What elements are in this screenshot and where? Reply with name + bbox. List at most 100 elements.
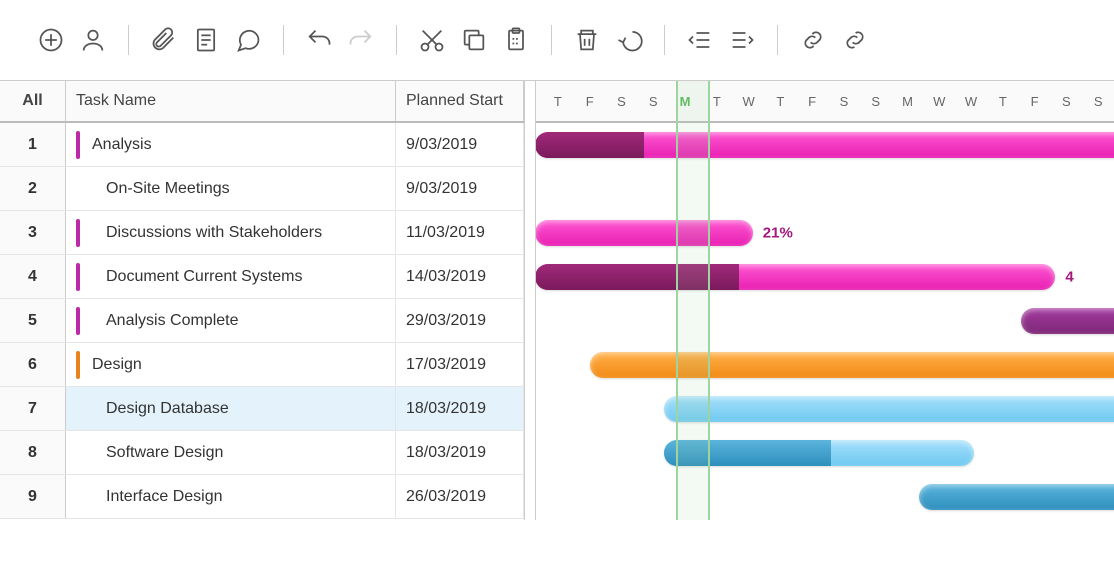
gantt-row (536, 343, 1114, 387)
table-row[interactable]: 1Analysis9/03/2019 (0, 123, 524, 167)
row-index[interactable]: 3 (0, 211, 66, 254)
task-name-cell[interactable]: On-Site Meetings (66, 167, 396, 210)
task-date-cell[interactable]: 11/03/2019 (396, 211, 524, 254)
attach-icon[interactable] (143, 19, 185, 61)
row-index[interactable]: 2 (0, 167, 66, 210)
outdent-icon[interactable] (679, 19, 721, 61)
color-chip (76, 351, 80, 379)
note-icon[interactable] (185, 19, 227, 61)
paste-icon[interactable] (495, 19, 537, 61)
day-header: M (892, 94, 924, 109)
indent-icon[interactable] (721, 19, 763, 61)
task-name-cell[interactable]: Interface Design (66, 475, 396, 518)
gantt-row: 21% (536, 211, 1114, 255)
day-header: F (796, 94, 828, 109)
task-name-cell[interactable]: Design Database (66, 387, 396, 430)
day-header: F (1019, 94, 1051, 109)
gantt-bar[interactable]: 4 (535, 264, 1055, 290)
cut-icon[interactable] (411, 19, 453, 61)
task-name-cell[interactable]: Discussions with Stakeholders (66, 211, 396, 254)
main-split: All Task Name Planned Start 1Analysis9/0… (0, 80, 1114, 520)
delete-icon[interactable] (566, 19, 608, 61)
gantt-row (536, 475, 1114, 519)
table-row[interactable]: 6Design17/03/2019 (0, 343, 524, 387)
column-header-name[interactable]: Task Name (66, 81, 396, 121)
row-index[interactable]: 9 (0, 475, 66, 518)
task-date-cell[interactable]: 17/03/2019 (396, 343, 524, 386)
task-date-cell[interactable]: 9/03/2019 (396, 123, 524, 166)
task-date-cell[interactable]: 14/03/2019 (396, 255, 524, 298)
table-row[interactable]: 5Analysis Complete29/03/2019 (0, 299, 524, 343)
separator (128, 25, 129, 55)
gantt-bar[interactable] (664, 440, 973, 466)
color-chip (76, 263, 80, 291)
task-date-cell[interactable]: 26/03/2019 (396, 475, 524, 518)
gantt-row: 4 (536, 255, 1114, 299)
day-header: T (764, 94, 796, 109)
gantt-bar[interactable] (919, 484, 1114, 510)
task-date-cell[interactable]: 29/03/2019 (396, 299, 524, 342)
task-name-cell[interactable]: Software Design (66, 431, 396, 474)
day-header: S (1051, 94, 1083, 109)
day-header: W (923, 94, 955, 109)
table-row[interactable]: 9 Interface Design 26/03/2019 (0, 475, 524, 519)
row-index[interactable]: 7 (0, 387, 66, 430)
rotate-icon[interactable] (608, 19, 650, 61)
link-icon[interactable] (792, 19, 834, 61)
row-index[interactable]: 4 (0, 255, 66, 298)
task-name-cell[interactable]: Design (66, 343, 396, 386)
separator (664, 25, 665, 55)
task-date-cell[interactable]: 18/03/2019 (396, 431, 524, 474)
task-date-cell[interactable]: 18/03/2019 (396, 387, 524, 430)
grid-header: All Task Name Planned Start (0, 81, 524, 123)
table-row[interactable]: 3 Discussions with Stakeholders 11/03/2019 (0, 211, 524, 255)
copy-icon[interactable] (453, 19, 495, 61)
row-index[interactable]: 8 (0, 431, 66, 474)
task-name: On-Site Meetings (106, 180, 230, 198)
comment-icon[interactable] (227, 19, 269, 61)
add-icon[interactable] (30, 19, 72, 61)
task-name-cell[interactable]: Document Current Systems (66, 255, 396, 298)
gantt-panel[interactable]: TFSSMTWTFSSMWWTFSS 21%4 (535, 81, 1114, 520)
task-name: Discussions with Stakeholders (106, 224, 322, 242)
redo-icon[interactable] (340, 19, 382, 61)
color-chip (76, 131, 80, 159)
table-row[interactable]: 8 Software Design 18/03/2019 (0, 431, 524, 475)
task-name: Design Database (106, 400, 229, 418)
table-row[interactable]: 2 On-Site Meetings 9/03/2019 (0, 167, 524, 211)
day-header: S (828, 94, 860, 109)
row-index[interactable]: 1 (0, 123, 66, 166)
grid-panel: All Task Name Planned Start 1Analysis9/0… (0, 81, 525, 520)
column-header-date[interactable]: Planned Start (396, 81, 524, 121)
column-header-index[interactable]: All (0, 81, 66, 121)
separator (551, 25, 552, 55)
undo-icon[interactable] (298, 19, 340, 61)
gantt-bar[interactable] (535, 132, 1114, 158)
task-name: Software Design (106, 444, 223, 462)
unlink-icon[interactable] (834, 19, 876, 61)
gantt-bar[interactable] (664, 396, 1114, 422)
gantt-row (536, 431, 1114, 475)
gantt-bar[interactable]: 21% (535, 220, 753, 246)
separator (396, 25, 397, 55)
gantt-bar-label: 4 (1065, 268, 1073, 285)
gantt-body: 21% 4 (536, 123, 1114, 519)
user-icon[interactable] (72, 19, 114, 61)
row-index[interactable]: 5 (0, 299, 66, 342)
table-row[interactable]: 4Document Current Systems14/03/2019 (0, 255, 524, 299)
day-header: W (955, 94, 987, 109)
gantt-bar-label: 21% (763, 224, 793, 241)
gantt-row (536, 299, 1114, 343)
gantt-bar[interactable] (590, 352, 1114, 378)
task-name: Interface Design (106, 488, 223, 506)
day-header: T (701, 94, 733, 109)
day-header: W (733, 94, 765, 109)
table-row[interactable]: 7 Design Database 18/03/2019 (0, 387, 524, 431)
gantt-bar[interactable] (1021, 308, 1114, 334)
separator (283, 25, 284, 55)
task-name-cell[interactable]: Analysis (66, 123, 396, 166)
task-date-cell[interactable]: 9/03/2019 (396, 167, 524, 210)
task-name-cell[interactable]: Analysis Complete (66, 299, 396, 342)
row-index[interactable]: 6 (0, 343, 66, 386)
day-header: S (1082, 94, 1114, 109)
